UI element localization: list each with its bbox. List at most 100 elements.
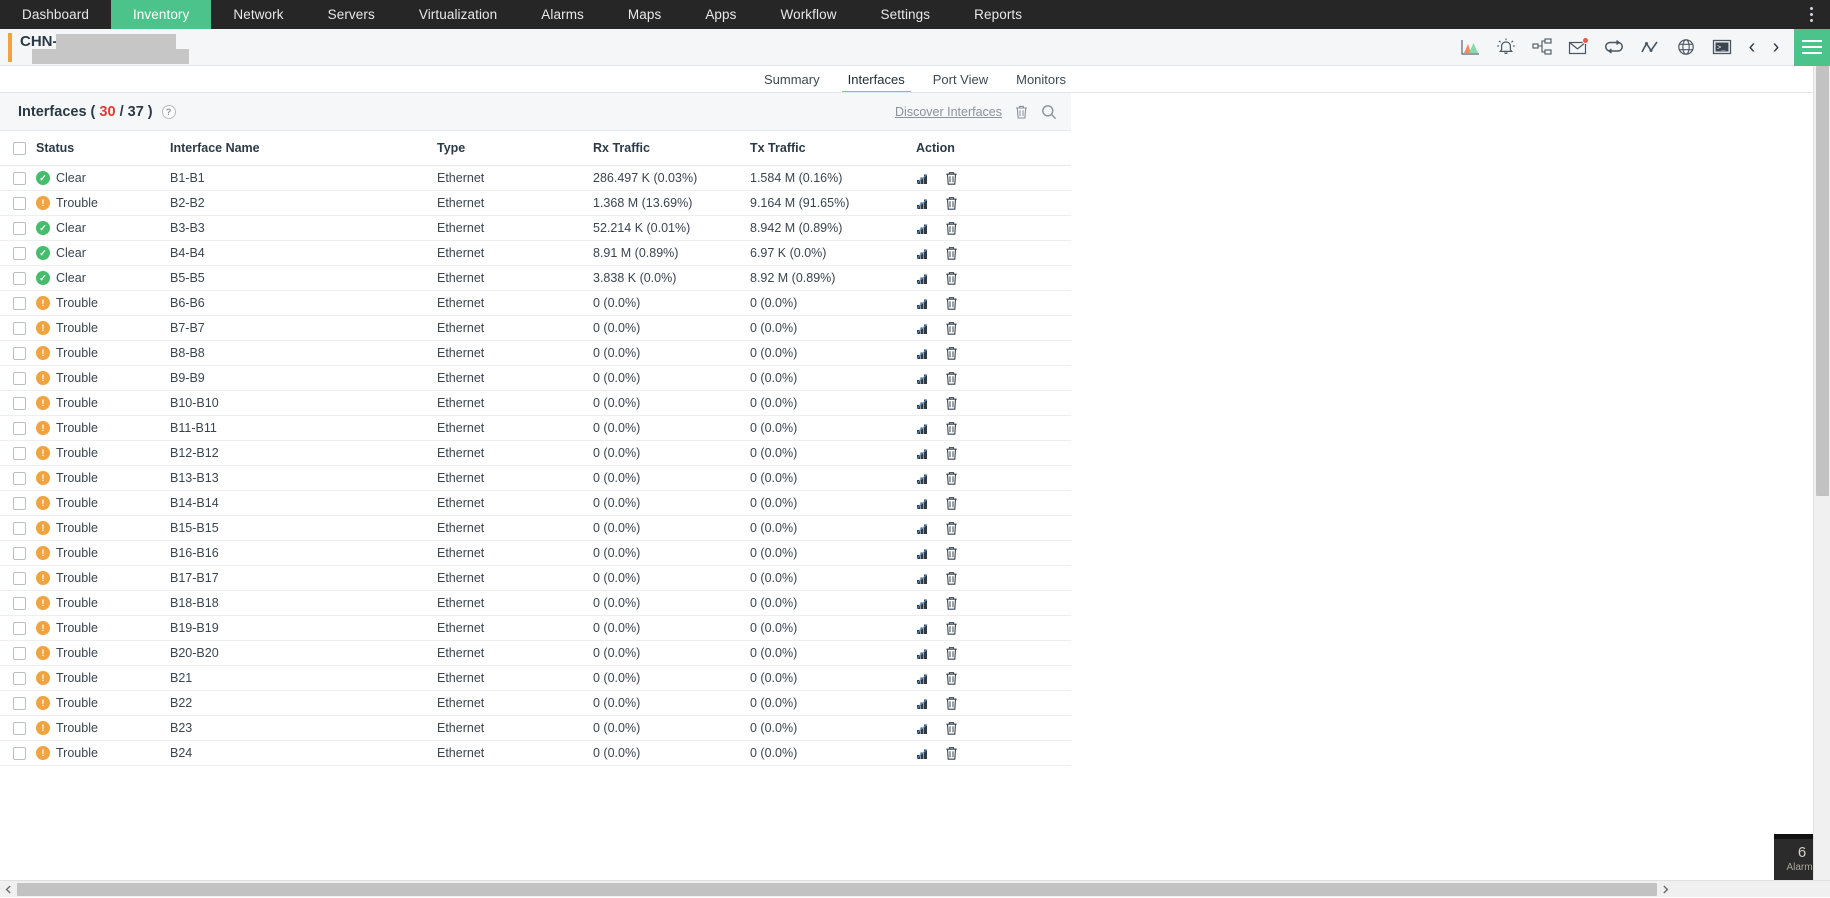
vertical-scrollbar[interactable] [1813,66,1830,897]
interface-name-cell[interactable]: B11-B11 [170,416,437,441]
topnav-item-apps[interactable]: Apps [683,0,758,29]
horizontal-scrollbar-thumb[interactable] [17,883,1657,896]
table-row[interactable]: !TroubleB23Ethernet0 (0.0%)0 (0.0%) [0,716,1071,741]
trash-icon[interactable] [945,496,958,511]
table-row[interactable]: !TroubleB15-B15Ethernet0 (0.0%)0 (0.0%) [0,516,1071,541]
trash-icon[interactable] [945,396,958,411]
row-checkbox[interactable] [13,697,26,710]
interface-name-cell[interactable]: B4-B4 [170,241,437,266]
bar-chart-icon[interactable] [916,297,930,310]
interface-name-cell[interactable]: B24 [170,741,437,766]
interface-name-cell[interactable]: B5-B5 [170,266,437,291]
bar-chart-icon[interactable] [916,747,930,760]
table-row[interactable]: !TroubleB14-B14Ethernet0 (0.0%)0 (0.0%) [0,491,1071,516]
bar-chart-icon[interactable] [916,622,930,635]
bar-chart-icon[interactable] [916,547,930,560]
table-row[interactable]: !TroubleB22Ethernet0 (0.0%)0 (0.0%) [0,691,1071,716]
trash-icon[interactable] [945,621,958,636]
table-row[interactable]: ✓ClearB4-B4Ethernet8.91 M (0.89%)6.97 K … [0,241,1071,266]
help-icon[interactable]: ? [162,105,176,119]
row-checkbox[interactable] [13,647,26,660]
trash-icon[interactable] [945,746,958,761]
scroll-left-arrow-icon[interactable] [0,881,17,898]
row-checkbox[interactable] [13,222,26,235]
vertical-scrollbar-thumb[interactable] [1816,66,1829,496]
interface-name-cell[interactable]: B6-B6 [170,291,437,316]
interface-name-cell[interactable]: B12-B12 [170,441,437,466]
trash-icon[interactable] [945,221,958,236]
topology-map-icon[interactable] [1524,29,1560,66]
topnav-item-dashboard[interactable]: Dashboard [0,0,111,29]
table-row[interactable]: !TroubleB24Ethernet0 (0.0%)0 (0.0%) [0,741,1071,766]
trash-icon[interactable] [945,671,958,686]
bar-chart-icon[interactable] [916,222,930,235]
row-checkbox[interactable] [13,722,26,735]
row-checkbox[interactable] [13,422,26,435]
bar-chart-icon[interactable] [916,647,930,660]
column-header-rx-traffic[interactable]: Rx Traffic [593,131,750,166]
trash-icon[interactable] [1014,104,1029,120]
bar-chart-icon[interactable] [916,672,930,685]
topnav-item-virtualization[interactable]: Virtualization [397,0,519,29]
topnav-item-network[interactable]: Network [211,0,305,29]
bar-chart-icon[interactable] [916,347,930,360]
interface-name-cell[interactable]: B18-B18 [170,591,437,616]
trash-icon[interactable] [945,371,958,386]
row-checkbox[interactable] [13,672,26,685]
topnav-item-alarms[interactable]: Alarms [519,0,606,29]
topnav-item-inventory[interactable]: Inventory [111,0,211,29]
row-checkbox[interactable] [13,622,26,635]
trash-icon[interactable] [945,446,958,461]
trash-icon[interactable] [945,171,958,186]
line-chart-icon[interactable] [1632,29,1668,66]
bar-chart-icon[interactable] [916,497,930,510]
sync-loop-icon[interactable] [1596,29,1632,66]
row-checkbox[interactable] [13,747,26,760]
table-row[interactable]: !TroubleB18-B18Ethernet0 (0.0%)0 (0.0%) [0,591,1071,616]
trash-icon[interactable] [945,196,958,211]
trash-icon[interactable] [945,721,958,736]
scroll-right-arrow-icon[interactable] [1657,881,1674,898]
table-row[interactable]: !TroubleB7-B7Ethernet0 (0.0%)0 (0.0%) [0,316,1071,341]
tab-port-view[interactable]: Port View [919,72,1002,93]
row-checkbox[interactable] [13,472,26,485]
row-checkbox[interactable] [13,347,26,360]
area-chart-icon[interactable] [1452,29,1488,66]
tab-summary[interactable]: Summary [750,72,834,93]
row-checkbox[interactable] [13,522,26,535]
interface-name-cell[interactable]: B2-B2 [170,191,437,216]
interface-name-cell[interactable]: B17-B17 [170,566,437,591]
column-header-tx-traffic[interactable]: Tx Traffic [750,131,916,166]
table-row[interactable]: !TroubleB9-B9Ethernet0 (0.0%)0 (0.0%) [0,366,1071,391]
interface-name-cell[interactable]: B13-B13 [170,466,437,491]
interface-name-cell[interactable]: B3-B3 [170,216,437,241]
interface-name-cell[interactable]: B8-B8 [170,341,437,366]
row-checkbox[interactable] [13,547,26,560]
table-row[interactable]: ✓ClearB3-B3Ethernet52.214 K (0.01%)8.942… [0,216,1071,241]
table-row[interactable]: !TroubleB21Ethernet0 (0.0%)0 (0.0%) [0,666,1071,691]
search-icon[interactable] [1041,104,1057,120]
globe-icon[interactable] [1668,29,1704,66]
bar-chart-icon[interactable] [916,722,930,735]
trash-icon[interactable] [945,421,958,436]
table-row[interactable]: !TroubleB6-B6Ethernet0 (0.0%)0 (0.0%) [0,291,1071,316]
bar-chart-icon[interactable] [916,572,930,585]
bar-chart-icon[interactable] [916,472,930,485]
row-checkbox[interactable] [13,597,26,610]
trash-icon[interactable] [945,271,958,286]
row-checkbox[interactable] [13,497,26,510]
table-row[interactable]: !TroubleB2-B2Ethernet1.368 M (13.69%)9.1… [0,191,1071,216]
table-row[interactable]: !TroubleB8-B8Ethernet0 (0.0%)0 (0.0%) [0,341,1071,366]
discover-interfaces-link[interactable]: Discover Interfaces [895,105,1002,119]
alert-bell-icon[interactable] [1488,29,1524,66]
row-checkbox[interactable] [13,197,26,210]
vertical-dots-icon[interactable] [1798,0,1824,29]
horizontal-scrollbar[interactable] [0,880,1830,897]
bar-chart-icon[interactable] [916,247,930,260]
trash-icon[interactable] [945,471,958,486]
row-checkbox[interactable] [13,247,26,260]
interface-name-cell[interactable]: B14-B14 [170,491,437,516]
row-checkbox[interactable] [13,372,26,385]
trash-icon[interactable] [945,646,958,661]
trash-icon[interactable] [945,571,958,586]
